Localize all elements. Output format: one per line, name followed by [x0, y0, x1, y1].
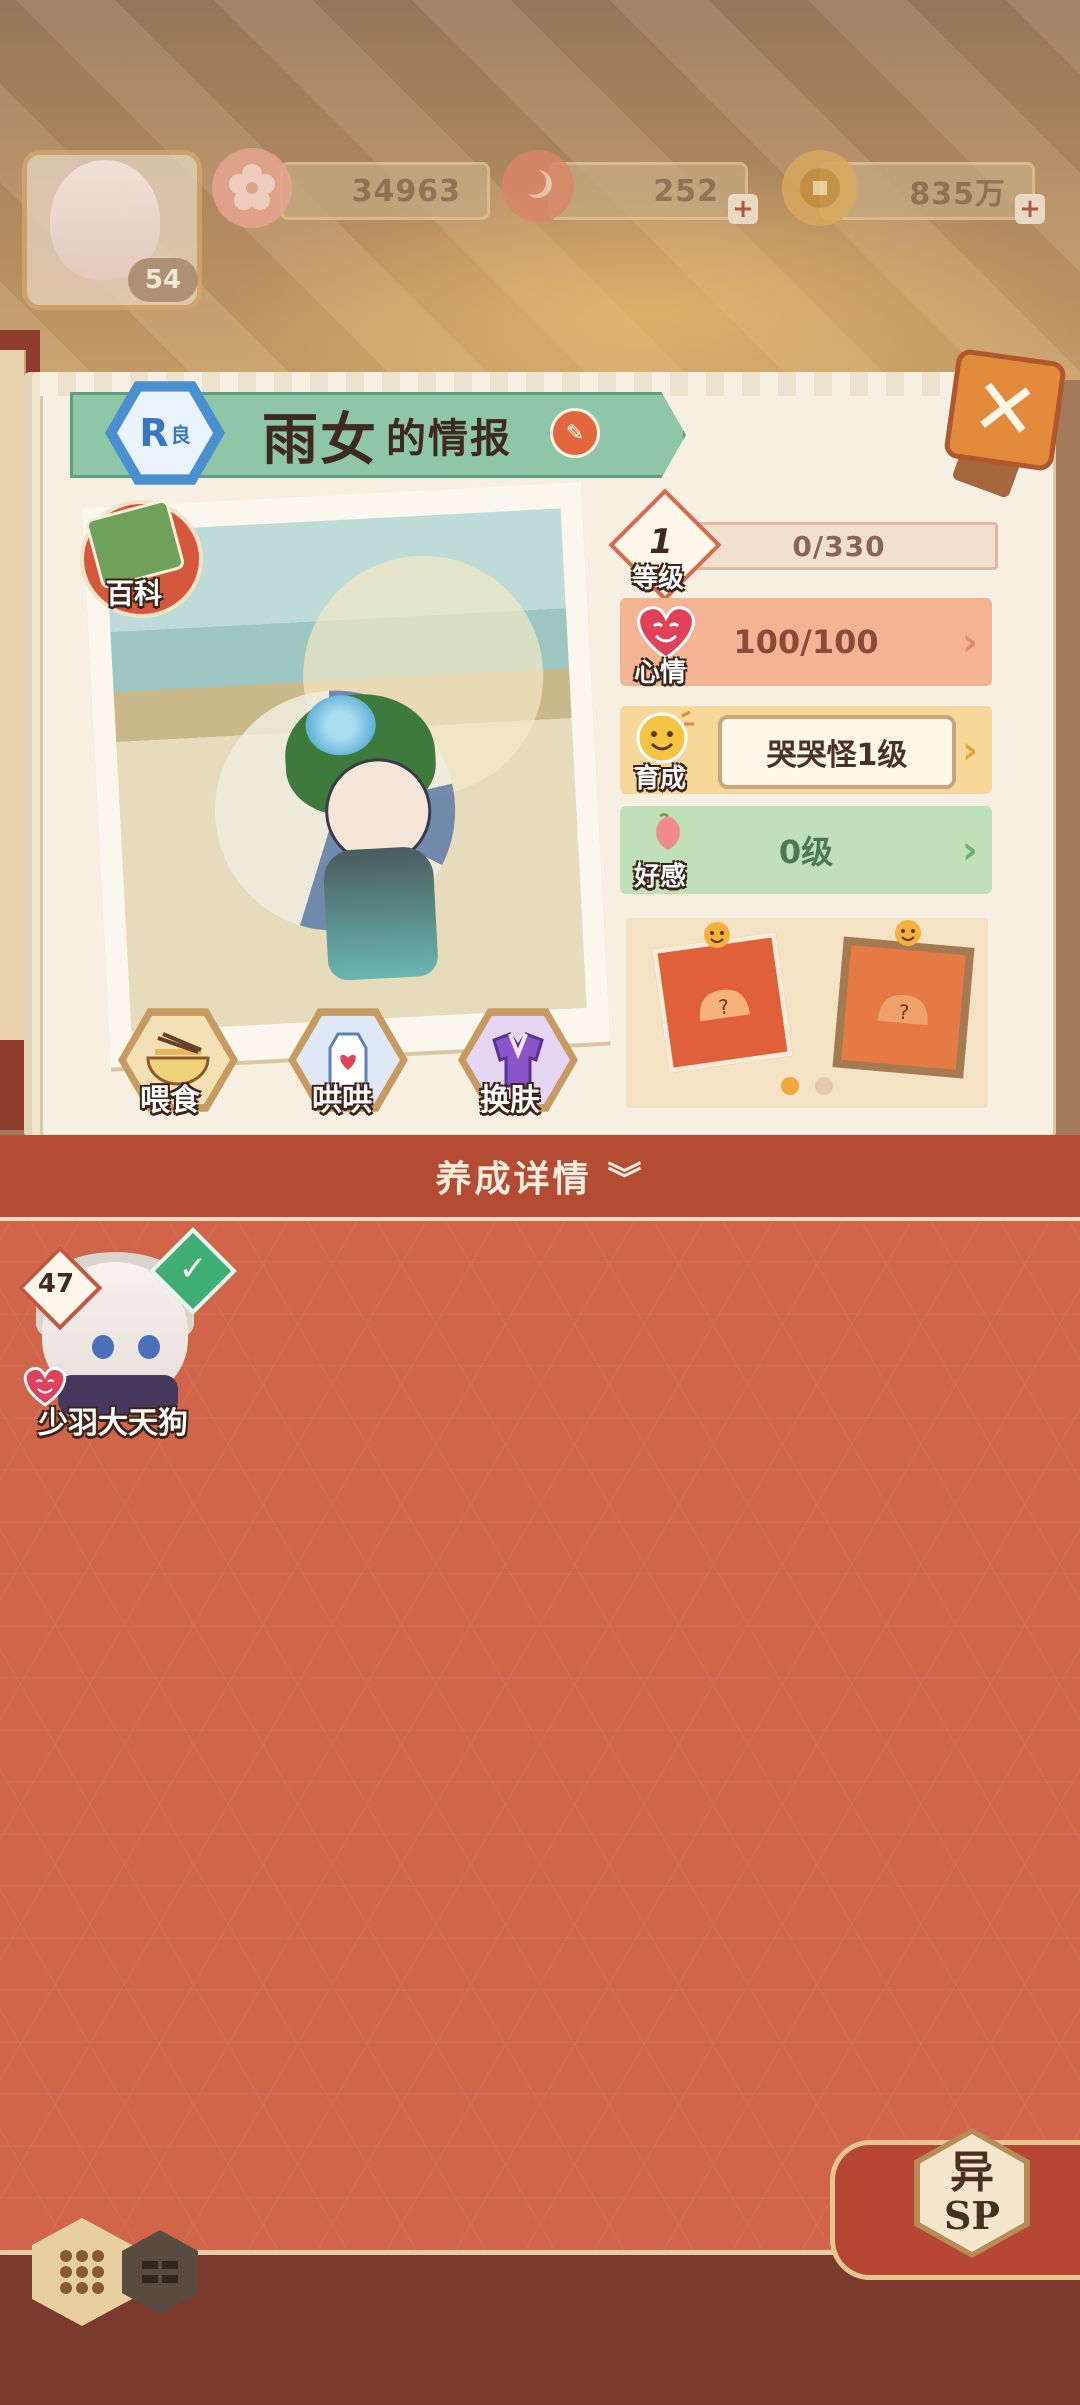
mood-label: 心情 [634, 658, 687, 688]
magatama-icon [502, 150, 574, 222]
magatama-counter: 252 [548, 162, 748, 220]
sp-top-text: 异 [950, 2146, 994, 2198]
locked-icon: ? [699, 989, 750, 1021]
page-dot-active[interactable] [781, 1077, 799, 1095]
peach-icon [650, 812, 686, 856]
character-body [322, 845, 439, 982]
sakura-coupon-counter: 34963 [280, 162, 490, 220]
title-suffix: 的情报 [386, 416, 512, 462]
affection-arrow-icon[interactable]: › [950, 830, 990, 870]
rarity-sub: 良 [170, 422, 191, 447]
encyclopedia-label: 百科 [106, 577, 163, 610]
chevron-down-icon: ︾ [607, 1159, 645, 1200]
shikigami-name: 少羽大天狗 [38, 1406, 188, 1441]
shikigami-level: 47 [37, 1269, 75, 1299]
svg-text:?: ? [897, 999, 910, 1024]
comfort-label: 哄哄 [312, 1083, 372, 1118]
locked-card-2[interactable]: ? [832, 936, 975, 1079]
edit-name-button[interactable]: ✎ [550, 408, 600, 458]
growth-label: 育成 [634, 764, 687, 794]
grid-icon [60, 2250, 104, 2294]
affection-label: 好感 [634, 862, 687, 892]
sp-bottom-text: SP [943, 2193, 1001, 2239]
feed-label: 喂食 [140, 1083, 200, 1118]
growth-pill: 哭哭怪1级 [718, 715, 956, 789]
growth-arrow-icon[interactable]: › [950, 730, 990, 770]
details-toggle[interactable]: 养成详情 ︾ [0, 1135, 1080, 1221]
rarity-letter: R [139, 411, 169, 455]
shikigami-eye [92, 1335, 114, 1359]
list-icon [142, 2261, 178, 2283]
smiley-pin-icon [702, 920, 732, 954]
close-button[interactable]: ✕ [942, 347, 1068, 473]
coin-icon [782, 150, 858, 226]
close-icon: ✕ [966, 360, 1044, 460]
magatama-add-button[interactable]: + [728, 194, 758, 224]
growth-value: 哭哭怪1级 [766, 738, 908, 773]
pencil-icon: ✎ [565, 420, 585, 446]
exp-bar: 0/330 [680, 522, 998, 570]
details-label: 养成详情 [435, 1159, 592, 1200]
mood-value: 100/100 [733, 623, 879, 661]
page-dot[interactable] [815, 1077, 833, 1095]
player-level-badge: 54 [128, 258, 198, 302]
checkmark-icon: ✓ [178, 1249, 208, 1289]
smiley-pin-icon [893, 918, 923, 952]
level-label: 等级 [632, 564, 685, 594]
affection-value: 0级 [778, 833, 834, 871]
change-skin-label: 换肤 [480, 1083, 540, 1118]
shikigami-eye [138, 1335, 160, 1359]
book-back-page [0, 350, 26, 1040]
page-title: 雨女 的情报 [262, 395, 512, 475]
mood-arrow-icon[interactable]: › [950, 622, 990, 662]
locked-icon: ? [877, 994, 928, 1025]
shikigami-name: 雨女 [262, 407, 378, 473]
coin-add-button[interactable]: + [1015, 194, 1045, 224]
sakura-coupon-icon [212, 148, 292, 228]
exp-value: 0/330 [792, 529, 886, 563]
